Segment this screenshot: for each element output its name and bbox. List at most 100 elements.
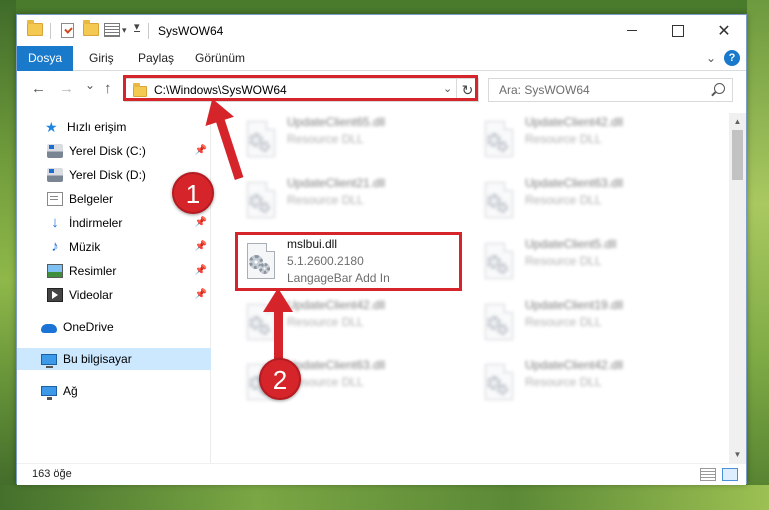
forward-button[interactable]: →	[59, 80, 74, 97]
sidebar-item-label: Hızlı erişim	[67, 120, 127, 134]
expand-ribbon-chevron-icon[interactable]: ⌄	[706, 51, 716, 65]
file-name: UpdateClient63.dll	[525, 176, 624, 190]
recent-locations-button[interactable]: ⌄	[85, 78, 95, 92]
dll-file-icon	[481, 302, 517, 346]
sidebar-item-label: Yerel Disk (D:)	[69, 168, 146, 182]
checkmark-icon	[61, 23, 74, 38]
help-icon[interactable]: ?	[724, 50, 740, 66]
sidebar-item-network[interactable]: Ağ	[41, 380, 205, 402]
new-folder-icon	[83, 20, 99, 36]
file-name: UpdateClient21.dll	[287, 176, 386, 190]
pin-icon[interactable]: 📌	[195, 145, 207, 156]
file-item[interactable]: UpdateClient21.dll Resource DLL	[239, 176, 469, 232]
sidebar-item-this-pc[interactable]: Bu bilgisayar	[17, 348, 211, 370]
file-item[interactable]: UpdateClient42.dll Resource DLL	[477, 358, 707, 414]
divider	[50, 23, 51, 39]
desktop-background-right	[747, 0, 769, 510]
title-bar: ▾ ▾ SysWOW64 ✕	[17, 15, 746, 46]
file-name: UpdateClient63.dll	[287, 358, 386, 372]
downloads-icon: ↓	[51, 214, 59, 231]
customize-quick-access-button[interactable]: ▾	[134, 21, 140, 33]
dll-file-icon	[481, 362, 517, 406]
tab-view[interactable]: Görünüm	[195, 46, 245, 71]
videos-icon	[47, 288, 63, 302]
minimize-button[interactable]	[609, 15, 655, 46]
address-bar-highlight	[123, 75, 478, 101]
status-bar: 163 öğe	[17, 463, 746, 485]
sidebar-item-local-disk-c[interactable]: Yerel Disk (C:) 📌	[47, 140, 211, 162]
sidebar-item-downloads[interactable]: ↓ İndirmeler 📌	[47, 212, 211, 234]
properties-quick-access-button[interactable]	[61, 23, 74, 38]
sidebar-item-quick-access[interactable]: ★ Hızlı erişim	[45, 116, 205, 138]
sidebar-item-label: Resimler	[69, 264, 117, 278]
sidebar-item-label: Müzik	[69, 240, 101, 254]
arrow-2-head	[263, 288, 293, 312]
this-pc-icon	[41, 353, 57, 368]
drive-icon	[47, 168, 63, 182]
dll-file-icon	[481, 180, 517, 224]
sidebar-item-label: Bu bilgisayar	[63, 352, 132, 366]
tiles-view-button[interactable]	[722, 468, 738, 481]
scroll-up-arrow-icon[interactable]: ▲	[729, 113, 746, 130]
sidebar-item-videos[interactable]: Videolar 📌	[47, 284, 211, 306]
sidebar-item-onedrive[interactable]: OneDrive	[41, 316, 205, 338]
back-button[interactable]: ←	[31, 80, 46, 97]
onedrive-icon	[41, 324, 57, 333]
file-item[interactable]: UpdateClient5.dll Resource DLL	[477, 237, 707, 293]
details-view-button[interactable]	[700, 468, 716, 481]
step-1-badge: 1	[172, 172, 214, 214]
desktop-background-left	[0, 0, 16, 510]
file-type: Resource DLL	[287, 132, 364, 146]
scrollbar-thumb[interactable]	[732, 130, 743, 180]
chevron-down-icon: ▾	[122, 24, 127, 35]
file-name: UpdateClient65.dll	[287, 115, 386, 129]
pin-icon[interactable]: 📌	[195, 241, 207, 252]
step-2-badge: 2	[259, 358, 301, 400]
up-button[interactable]: ↑	[104, 80, 112, 97]
file-highlight	[235, 232, 462, 291]
pin-icon[interactable]: 📌	[195, 217, 207, 228]
navigation-pane: ★ Hızlı erişim Yerel Disk (C:) 📌 Yerel D…	[17, 113, 211, 463]
dropdown-arrow-icon: ▾	[134, 21, 140, 33]
pictures-icon	[47, 264, 63, 278]
window-title: SysWOW64	[158, 24, 224, 38]
dll-file-icon	[243, 119, 279, 163]
tab-home[interactable]: Giriş	[89, 46, 114, 71]
music-icon: ♪	[51, 238, 59, 255]
sidebar-item-music[interactable]: ♪ Müzik 📌	[47, 236, 211, 258]
list-icon	[104, 23, 120, 37]
tab-share[interactable]: Paylaş	[138, 46, 174, 71]
dll-file-icon	[481, 241, 517, 285]
arrow-2	[274, 306, 283, 364]
sidebar-item-label: İndirmeler	[69, 216, 123, 230]
pin-icon[interactable]: 📌	[195, 289, 207, 300]
file-type: Resource DLL	[525, 315, 602, 329]
new-folder-quick-access-button[interactable]	[83, 20, 99, 36]
file-item[interactable]: UpdateClient19.dll Resource DLL	[477, 298, 707, 354]
folder-icon	[27, 20, 43, 36]
search-box[interactable]: Ara: SysWOW64	[488, 78, 733, 102]
drive-icon	[47, 144, 63, 158]
vertical-scrollbar[interactable]: ▲ ▼	[729, 113, 746, 463]
file-name: UpdateClient19.dll	[525, 298, 624, 312]
search-icon	[714, 83, 725, 94]
sidebar-item-label: OneDrive	[63, 320, 114, 334]
ribbon-tabs: Dosya Giriş Paylaş Görünüm ⌄ ?	[17, 46, 746, 102]
file-type: Resource DLL	[525, 193, 602, 207]
file-name: UpdateClient5.dll	[525, 237, 617, 251]
file-type: Resource DLL	[287, 315, 364, 329]
sidebar-item-pictures[interactable]: Resimler 📌	[47, 260, 211, 282]
file-item[interactable]: UpdateClient63.dll Resource DLL	[477, 176, 707, 232]
network-icon	[41, 386, 57, 400]
desktop-background-bottom	[0, 485, 769, 510]
file-item[interactable]: UpdateClient65.dll Resource DLL	[239, 115, 469, 171]
close-button[interactable]: ✕	[701, 15, 747, 46]
search-input[interactable]: Ara: SysWOW64	[499, 83, 590, 97]
file-name: UpdateClient42.dll	[287, 298, 386, 312]
file-item[interactable]: UpdateClient42.dll Resource DLL	[477, 115, 707, 171]
pin-icon[interactable]: 📌	[195, 265, 207, 276]
maximize-button[interactable]	[655, 15, 701, 46]
scroll-down-arrow-icon[interactable]: ▼	[729, 446, 746, 463]
file-name: UpdateClient42.dll	[525, 115, 624, 129]
view-quick-access-button[interactable]: ▾	[104, 23, 127, 37]
